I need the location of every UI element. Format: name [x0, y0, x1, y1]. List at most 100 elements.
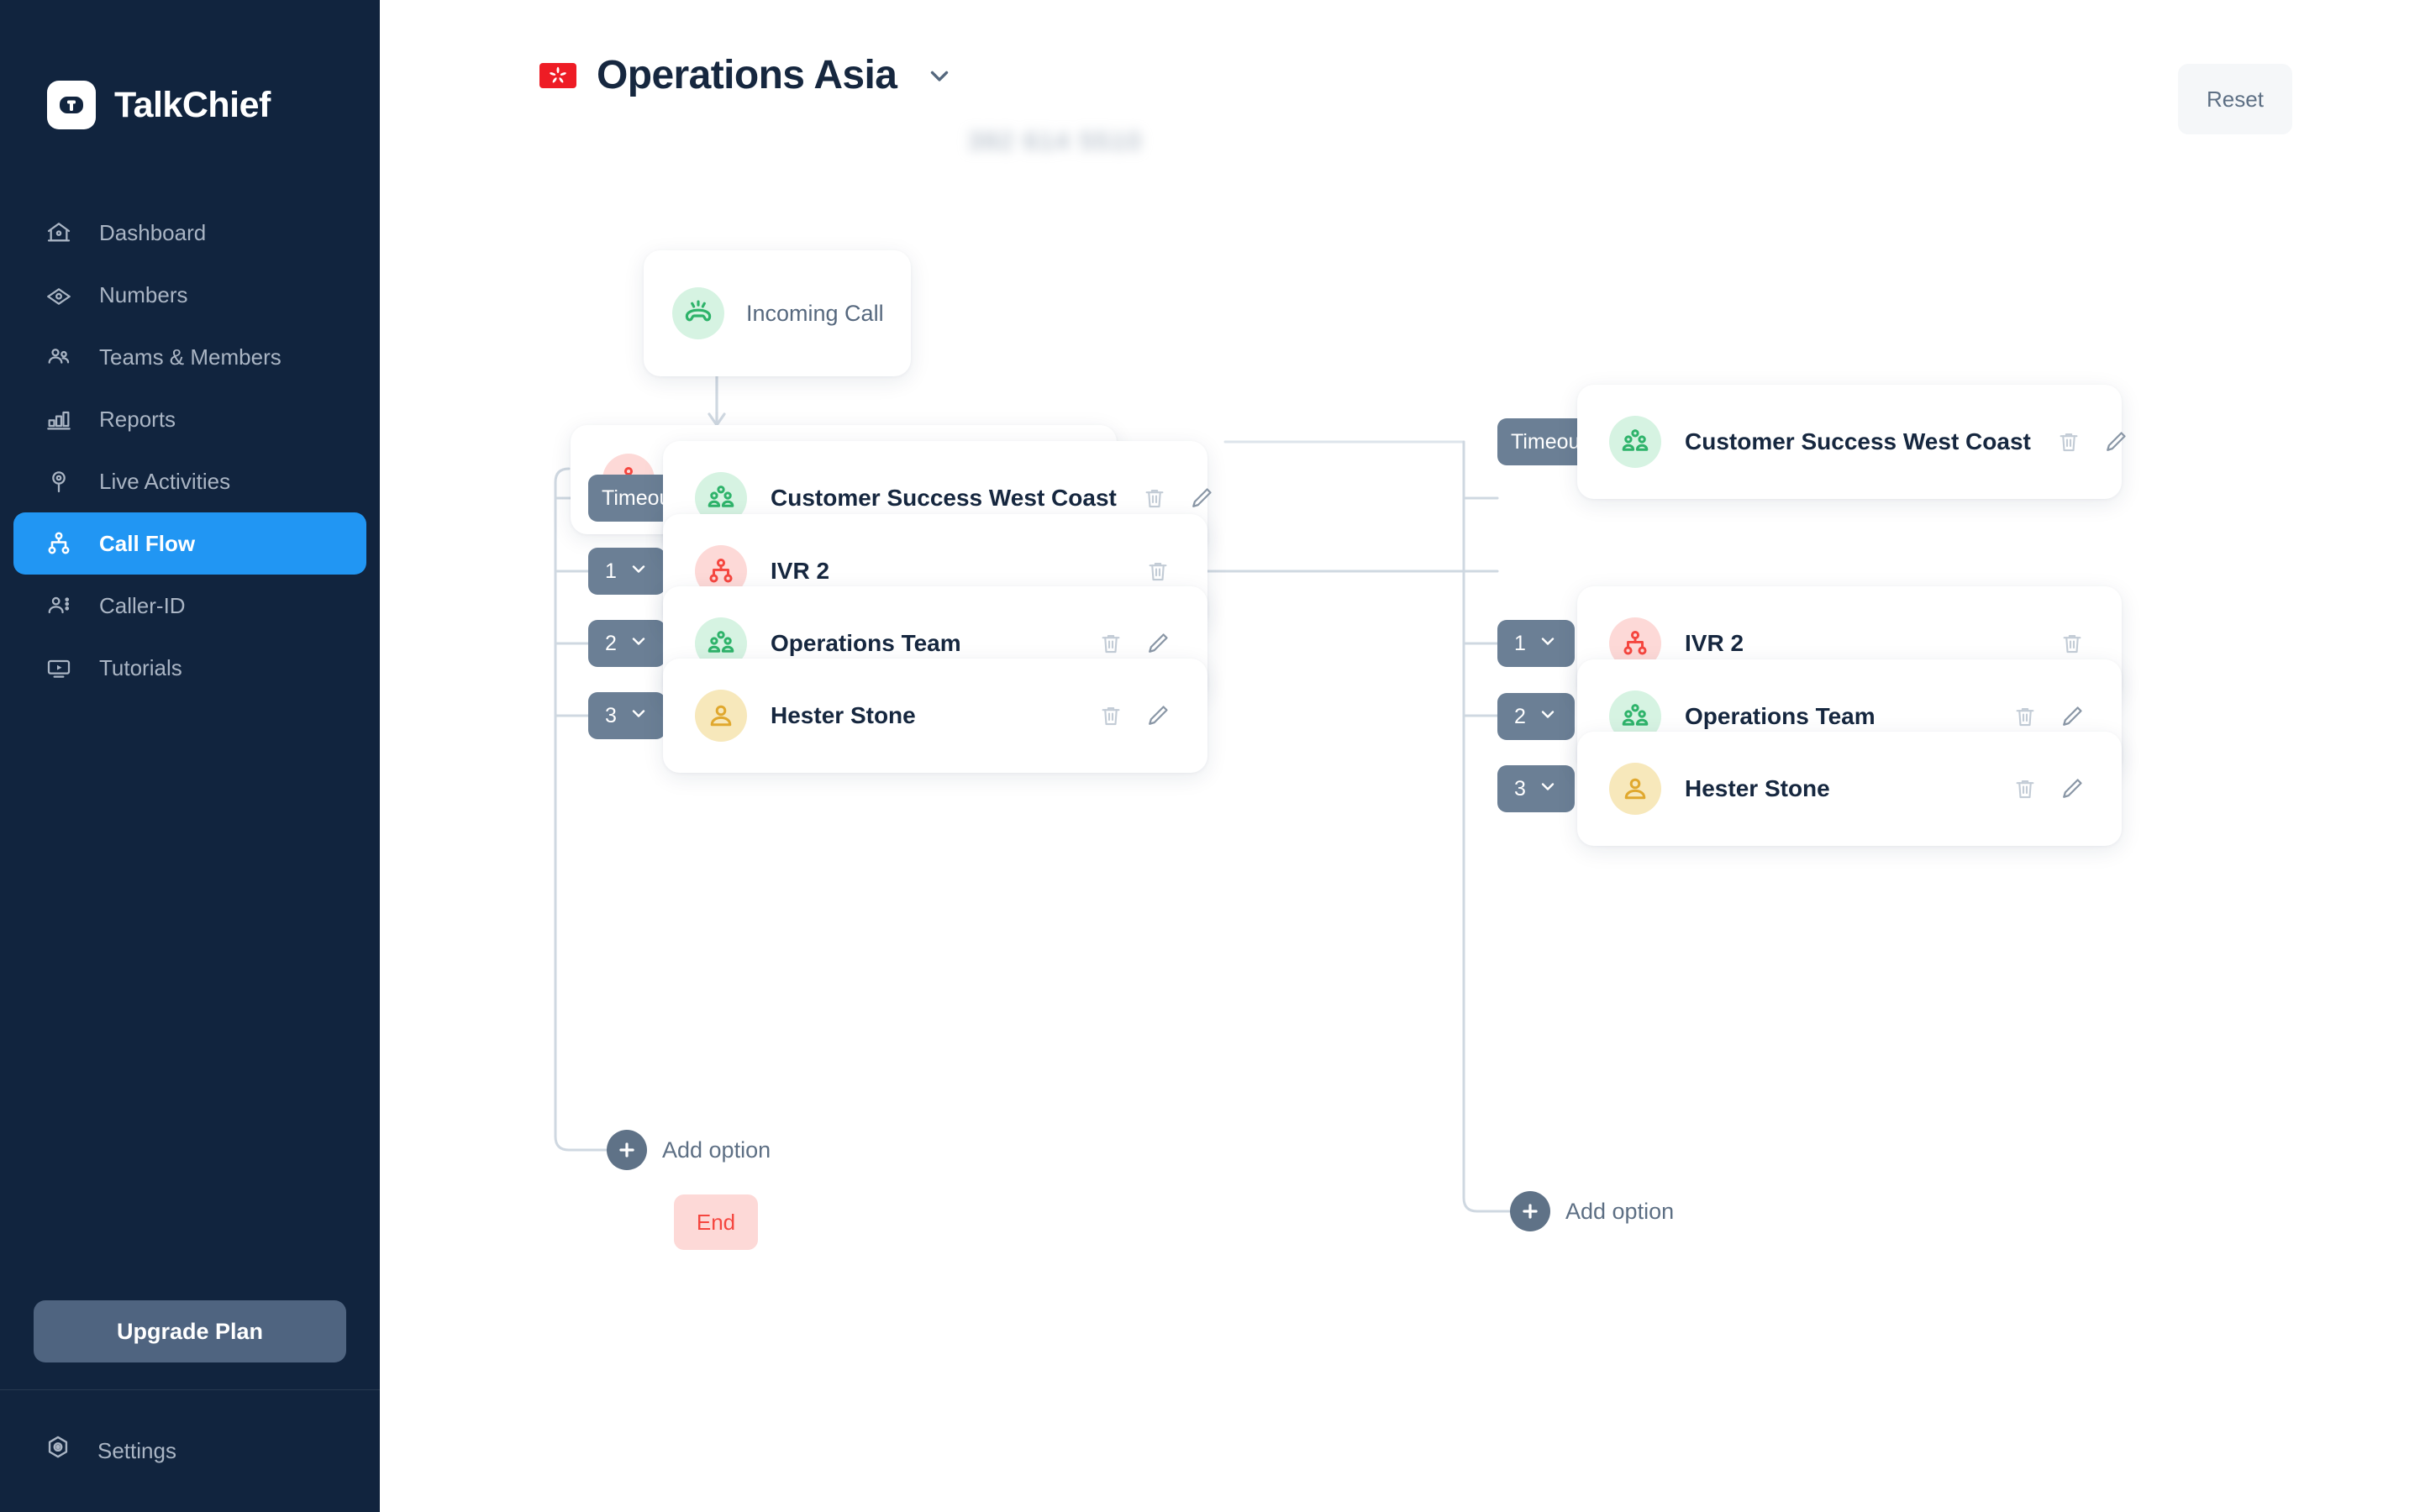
flow-badge-option-2-right[interactable]: 2: [1497, 693, 1575, 740]
hong-kong-flag-icon: [539, 62, 576, 88]
sidebar-item-settings[interactable]: Settings: [0, 1390, 380, 1512]
flow-node-label: Customer Success West Coast: [771, 485, 1117, 511]
upgrade-plan-button[interactable]: Upgrade Plan: [34, 1300, 346, 1362]
flow-node-label: Customer Success West Coast: [1685, 428, 2031, 454]
flow-node-actions: [2054, 428, 2130, 456]
sidebar-item-call-flow[interactable]: Call Flow: [13, 512, 366, 575]
flow-badge-label: 2: [1514, 704, 1526, 728]
flow-node-actions: [1097, 629, 1172, 658]
reset-button[interactable]: Reset: [2178, 64, 2292, 134]
flow-node-label: Hester Stone: [771, 702, 916, 728]
edit-icon[interactable]: [1144, 629, 1172, 658]
sidebar-item-label: Reports: [99, 406, 176, 432]
sidebar-item-label: Call Flow: [99, 530, 196, 556]
chevron-down-icon: [629, 631, 649, 657]
flow-node-label: IVR 2: [1685, 630, 1744, 656]
chevron-down-icon: [1538, 704, 1558, 730]
flow-node-label: Incoming Call: [746, 300, 884, 326]
edit-icon[interactable]: [2102, 428, 2130, 456]
settings-label: Settings: [97, 1438, 176, 1463]
sidebar-item-tutorials[interactable]: Tutorials: [13, 637, 366, 699]
broadcast-icon: [44, 466, 74, 496]
flow-badge-option-1-right[interactable]: 1: [1497, 620, 1575, 667]
add-option-label: Add option: [1565, 1198, 1675, 1224]
sidebar-item-live-activities[interactable]: Live Activities: [13, 450, 366, 512]
chevron-down-icon: [629, 703, 649, 729]
sidebar-item-caller-id[interactable]: Caller-ID: [13, 575, 366, 637]
flow-badge-label: 3: [1514, 776, 1526, 801]
sidebar-item-label: Dashboard: [99, 219, 207, 245]
flow-badge-option-1[interactable]: 1: [588, 548, 666, 595]
flow-node-label: IVR 2: [771, 558, 830, 584]
sidebar-item-reports[interactable]: Reports: [13, 388, 366, 450]
flow-connectors: [554, 374, 1512, 1213]
sitemap-icon: [44, 528, 74, 559]
brand: TalkChief: [0, 0, 380, 129]
chevron-down-icon[interactable]: [925, 61, 954, 90]
incoming-call-icon: [672, 287, 724, 339]
chevron-down-icon: [629, 559, 649, 585]
talkchief-logo-icon: [47, 81, 96, 129]
trash-icon[interactable]: [2011, 702, 2039, 731]
trash-icon[interactable]: [1097, 701, 1125, 730]
team-icon: [1609, 416, 1661, 468]
flow-node-customer-success-west-coast-right[interactable]: Customer Success West Coast: [1577, 385, 2126, 499]
add-option-button-ivr2[interactable]: Add option: [1510, 1191, 1674, 1231]
sidebar-item-teams-members[interactable]: Teams & Members: [13, 326, 366, 388]
sidebar-item-label: Numbers: [99, 281, 188, 307]
user-icon: [1609, 763, 1661, 815]
sidebar-nav: Dashboard Numbers Teams & Members Report…: [0, 202, 380, 699]
sidebar-item-numbers[interactable]: Numbers: [13, 264, 366, 326]
monitor-play-icon: [44, 653, 74, 683]
flow-node-label: End: [696, 1209, 736, 1235]
gear-icon: [44, 1434, 72, 1468]
user-icon: [695, 690, 747, 742]
call-flow-canvas[interactable]: Incoming Call IVR 1: [380, 176, 2420, 1512]
trash-icon[interactable]: [1144, 557, 1172, 585]
edit-icon[interactable]: [2058, 774, 2086, 803]
sidebar-item-dashboard[interactable]: Dashboard: [13, 202, 366, 264]
plus-icon: [1510, 1191, 1550, 1231]
flow-node-end[interactable]: End: [674, 1194, 758, 1250]
trash-icon[interactable]: [1140, 484, 1169, 512]
flow-badge-label: 1: [1514, 631, 1526, 655]
page-title: Operations Asia: [597, 53, 897, 97]
sidebar: TalkChief Dashboard Numbers Teams & Memb…: [0, 0, 380, 1512]
plus-icon: [607, 1130, 647, 1170]
home-icon: [44, 218, 74, 248]
flow-node-hester-stone-right[interactable]: Hester Stone: [1577, 732, 2122, 846]
add-option-button-ivr1[interactable]: Add option: [607, 1130, 771, 1170]
sidebar-item-label: Teams & Members: [99, 344, 281, 370]
flow-node-actions: [1144, 557, 1172, 585]
flow-badge-label: Timeout: [1511, 429, 1586, 454]
add-option-label: Add option: [662, 1137, 771, 1163]
flow-node-incoming-call[interactable]: Incoming Call: [644, 250, 911, 376]
flow-badge-label: 2: [605, 631, 617, 655]
flow-node-actions: [2011, 774, 2086, 803]
people-icon: [44, 342, 74, 372]
page-title-block: Operations Asia: [539, 52, 954, 98]
flow-badge-label: 3: [605, 703, 617, 727]
flow-node-hester-stone-mid[interactable]: Hester Stone: [663, 659, 1207, 773]
bar-chart-icon: [44, 404, 74, 434]
flow-badge-option-3[interactable]: 3: [588, 692, 666, 739]
edit-icon[interactable]: [1144, 701, 1172, 730]
phone-icon: [44, 280, 74, 310]
edit-icon[interactable]: [1187, 484, 1216, 512]
top-bar: Operations Asia 392 614 5510 Reset: [380, 0, 2420, 176]
trash-icon[interactable]: [2058, 629, 2086, 658]
flow-badge-option-2[interactable]: 2: [588, 620, 666, 667]
flow-node-actions: [2011, 702, 2086, 731]
flow-node-actions: [1140, 484, 1216, 512]
edit-icon[interactable]: [2058, 702, 2086, 731]
brand-name: TalkChief: [114, 84, 271, 125]
flow-node-label: Operations Team: [1685, 703, 1876, 729]
chevron-down-icon: [1538, 631, 1558, 657]
trash-icon[interactable]: [1097, 629, 1125, 658]
chevron-down-icon: [1538, 776, 1558, 802]
trash-icon[interactable]: [2011, 774, 2039, 803]
flow-node-label: Hester Stone: [1685, 775, 1830, 801]
flow-badge-option-3-right[interactable]: 3: [1497, 765, 1575, 812]
trash-icon[interactable]: [2054, 428, 2083, 456]
flow-badge-label: 1: [605, 559, 617, 583]
